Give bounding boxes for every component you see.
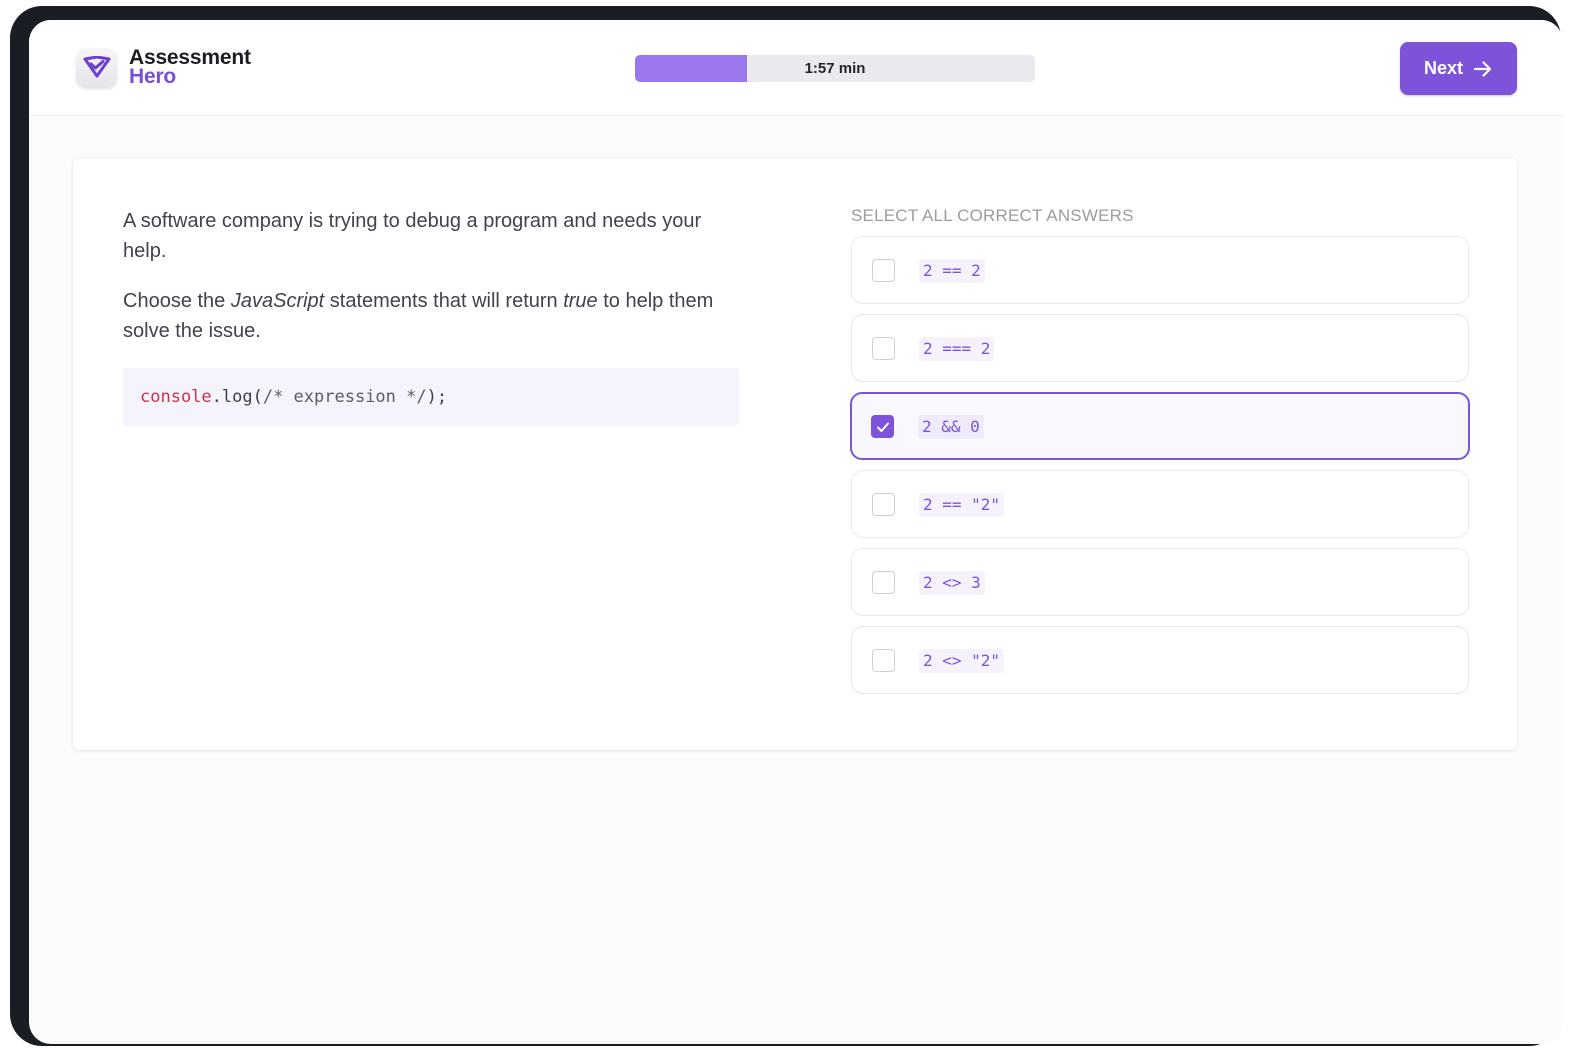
answer-option[interactable]: 2 == "2": [851, 470, 1469, 538]
brand-name: Assessment Hero: [129, 47, 251, 88]
code-comment: /* expression */: [262, 387, 427, 407]
answer-code: 2 === 2: [919, 337, 995, 361]
checkmark-icon: [876, 422, 889, 432]
code-end: );: [426, 387, 448, 407]
question-text: Choose the: [123, 290, 231, 312]
app-screen: Assessment Hero 1:57 min Next A software…: [29, 20, 1563, 1044]
answer-code: 2 <> "2": [919, 649, 1005, 673]
question-emphasis-language: JavaScript: [230, 290, 325, 312]
question-paragraph-1: A software company is trying to debug a …: [123, 210, 702, 262]
question-paragraph-2: Choose the JavaScript statements that wi…: [123, 286, 743, 346]
timer-label: 1:57 min: [804, 60, 866, 77]
answer-option-selected[interactable]: 2 && 0: [850, 392, 1470, 460]
shield-check-icon: [83, 56, 110, 78]
brand-name-line2: Hero: [129, 65, 177, 88]
device-frame: Assessment Hero 1:57 min Next A software…: [10, 6, 1563, 1046]
answer-checkbox[interactable]: [872, 337, 895, 360]
answer-option[interactable]: 2 === 2: [851, 314, 1469, 382]
question-card: A software company is trying to debug a …: [73, 158, 1517, 750]
question-emphasis-true: true: [563, 290, 598, 312]
code-method: .log(: [211, 387, 263, 407]
code-object: console: [140, 387, 212, 407]
answer-checkbox[interactable]: [872, 493, 895, 516]
answer-code: 2 <> 3: [919, 571, 985, 595]
answer-code: 2 == "2": [919, 493, 1005, 517]
question-prompt: A software company is trying to debug a …: [123, 206, 743, 366]
answer-checkbox[interactable]: [872, 259, 895, 282]
answer-code: 2 == 2: [919, 259, 985, 283]
answer-checkbox[interactable]: [872, 571, 895, 594]
answer-code: 2 && 0: [918, 415, 984, 439]
timer-progress-bar: 1:57 min: [635, 55, 1035, 82]
answer-list: SELECT ALL CORRECT ANSWERS 2 == 2 2 === …: [850, 206, 1470, 704]
question-text: statements that will return: [324, 290, 564, 312]
arrow-right-icon: [1473, 60, 1492, 77]
answer-checkbox-checked[interactable]: [871, 415, 894, 438]
header: Assessment Hero 1:57 min Next: [29, 20, 1563, 116]
logo: [76, 47, 117, 87]
next-button[interactable]: Next: [1400, 42, 1517, 95]
answer-option[interactable]: 2 <> "2": [851, 626, 1469, 694]
code-snippet: console .log(/* expression */);: [123, 368, 739, 426]
answer-checkbox[interactable]: [872, 649, 895, 672]
answer-option[interactable]: 2 == 2: [851, 236, 1469, 304]
answers-instruction: SELECT ALL CORRECT ANSWERS: [851, 206, 1134, 225]
answer-option[interactable]: 2 <> 3: [851, 548, 1469, 616]
next-button-label: Next: [1423, 58, 1463, 78]
